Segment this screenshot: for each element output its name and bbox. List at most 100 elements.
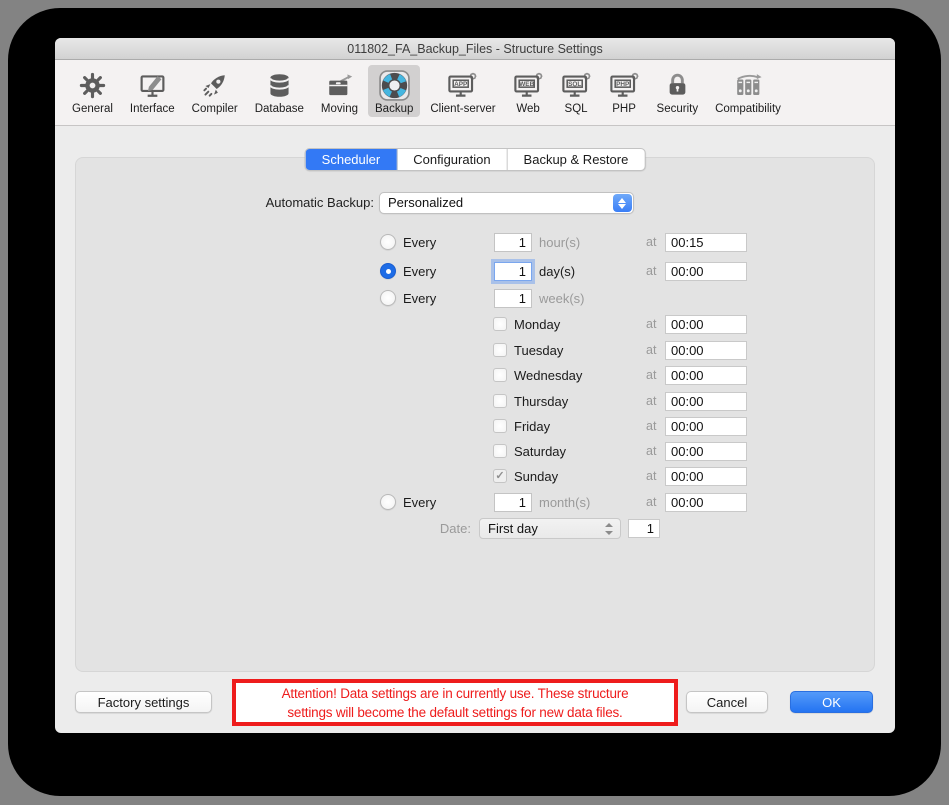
lifebuoy-icon — [378, 68, 411, 102]
hourly-radio[interactable] — [380, 234, 396, 250]
daily-time-input[interactable]: 00:00 — [665, 262, 747, 281]
toolbar-label: Compiler — [192, 103, 238, 115]
automatic-backup-value: Personalized — [388, 195, 463, 210]
toolbar-item-interface[interactable]: Interface — [123, 65, 182, 117]
monday-at-label: at — [646, 317, 656, 331]
wednesday-checkbox[interactable] — [493, 368, 507, 382]
settings-toolbar: General Interface Compile — [55, 60, 895, 126]
tab-scheduler[interactable]: Scheduler — [306, 149, 398, 170]
thursday-time-input[interactable]: 00:00 — [665, 392, 747, 411]
weekday-row-saturday: Saturday at 00:00 — [76, 441, 874, 462]
gear-icon — [78, 68, 107, 102]
monthly-time-input[interactable]: 00:00 — [665, 493, 747, 512]
saturday-time-input[interactable]: 00:00 — [665, 442, 747, 461]
monthly-radio[interactable] — [380, 494, 396, 510]
toolbar-item-moving[interactable]: Moving — [314, 65, 365, 117]
monthly-count-input[interactable]: 1 — [494, 493, 532, 512]
date-select[interactable]: First day — [479, 518, 621, 539]
sunday-time-input[interactable]: 00:00 — [665, 467, 747, 486]
hourly-count-input[interactable]: 1 — [494, 233, 532, 252]
title-bar[interactable]: 011802_FA_Backup_Files - Structure Setti… — [55, 38, 895, 60]
toolbar-item-database[interactable]: Database — [248, 65, 311, 117]
svg-text:SQL: SQL — [568, 80, 581, 87]
thursday-label: Thursday — [514, 394, 568, 409]
date-number-input[interactable]: 1 — [628, 519, 660, 538]
tuesday-time-input[interactable]: 00:00 — [665, 341, 747, 360]
saturday-at-label: at — [646, 444, 656, 458]
servers-arrow-icon — [733, 68, 764, 102]
svg-text:WEB: WEB — [519, 80, 534, 87]
toolbar-item-backup[interactable]: Backup — [368, 65, 420, 117]
tuesday-at-label: at — [646, 343, 656, 357]
hourly-unit-label: hour(s) — [539, 235, 580, 250]
automatic-backup-label: Automatic Backup: — [76, 195, 374, 210]
friday-time-input[interactable]: 00:00 — [665, 417, 747, 436]
monitor-app-icon: APP — [447, 68, 478, 102]
thursday-checkbox[interactable] — [493, 394, 507, 408]
wednesday-time-input[interactable]: 00:00 — [665, 366, 747, 385]
dropdown-stepper-icon — [613, 194, 632, 212]
toolbar-item-sql[interactable]: SQL SQL — [554, 65, 599, 117]
toolbar-item-general[interactable]: General — [65, 65, 120, 117]
sunday-checkbox[interactable]: ✓ — [493, 469, 507, 483]
date-select-value: First day — [488, 521, 538, 536]
weekly-unit-label: week(s) — [539, 291, 585, 306]
cancel-button[interactable]: Cancel — [686, 691, 768, 713]
monday-checkbox[interactable] — [493, 317, 507, 331]
daily-count-input[interactable]: 1 — [494, 262, 532, 281]
monitor-web-icon: WEB — [513, 68, 544, 102]
warning-line-1: Attention! Data settings are in currentl… — [282, 684, 629, 703]
monthly-at-label: at — [646, 495, 656, 509]
tab-configuration[interactable]: Configuration — [397, 149, 507, 170]
hourly-every-label: Every — [403, 235, 436, 250]
toolbar-item-php[interactable]: PHP PHP — [602, 65, 647, 117]
toolbar-item-security[interactable]: Security — [650, 65, 706, 117]
toolbar-item-compatibility[interactable]: Compatibility — [708, 65, 788, 117]
daily-row: Every 1 day(s) at 00:00 — [76, 261, 874, 282]
monday-time-input[interactable]: 00:00 — [665, 315, 747, 334]
toolbar-item-compiler[interactable]: Compiler — [185, 65, 245, 117]
monday-label: Monday — [514, 317, 560, 332]
weekly-radio[interactable] — [380, 290, 396, 306]
daily-every-label: Every — [403, 264, 436, 279]
automatic-backup-row: Automatic Backup: Personalized — [76, 192, 874, 215]
date-label: Date: — [376, 521, 471, 536]
toolbar-label: Security — [657, 103, 699, 115]
friday-checkbox[interactable] — [493, 419, 507, 433]
monitor-sql-icon: SQL — [561, 68, 592, 102]
saturday-label: Saturday — [514, 444, 566, 459]
weekly-row: Every 1 week(s) — [76, 288, 874, 309]
daily-radio[interactable] — [380, 263, 396, 279]
wednesday-label: Wednesday — [514, 368, 582, 383]
toolbar-label: Moving — [321, 103, 358, 115]
scheduler-tab-bar: Scheduler Configuration Backup & Restore — [305, 148, 646, 171]
lock-icon — [663, 68, 692, 102]
weekly-count-input[interactable]: 1 — [494, 289, 532, 308]
monthly-unit-label: month(s) — [539, 495, 590, 510]
attention-warning-box: Attention! Data settings are in currentl… — [232, 679, 678, 726]
box-arrow-icon — [325, 68, 354, 102]
hourly-at-label: at — [646, 235, 656, 249]
window-title: 011802_FA_Backup_Files - Structure Setti… — [347, 42, 602, 56]
factory-settings-button[interactable]: Factory settings — [75, 691, 212, 713]
ok-button[interactable]: OK — [790, 691, 873, 713]
friday-label: Friday — [514, 419, 550, 434]
tab-backup-restore[interactable]: Backup & Restore — [508, 149, 645, 170]
automatic-backup-select[interactable]: Personalized — [379, 192, 634, 214]
structure-settings-window: 011802_FA_Backup_Files - Structure Setti… — [55, 38, 895, 733]
toolbar-label: Backup — [375, 103, 413, 115]
weekday-row-tuesday: Tuesday at 00:00 — [76, 340, 874, 361]
toolbar-item-client-server[interactable]: APP Client-server — [423, 65, 502, 117]
toolbar-label: Compatibility — [715, 103, 781, 115]
database-icon — [265, 68, 294, 102]
month-date-row: Date: First day 1 — [76, 518, 874, 539]
monitor-php-icon: PHP — [609, 68, 640, 102]
toolbar-item-web[interactable]: WEB Web — [506, 65, 551, 117]
monthly-every-label: Every — [403, 495, 436, 510]
saturday-checkbox[interactable] — [493, 444, 507, 458]
hourly-time-input[interactable]: 00:15 — [665, 233, 747, 252]
tuesday-checkbox[interactable] — [493, 343, 507, 357]
sunday-label: Sunday — [514, 469, 558, 484]
weekday-row-thursday: Thursday at 00:00 — [76, 391, 874, 412]
weekday-row-sunday: ✓ Sunday at 00:00 — [76, 466, 874, 487]
